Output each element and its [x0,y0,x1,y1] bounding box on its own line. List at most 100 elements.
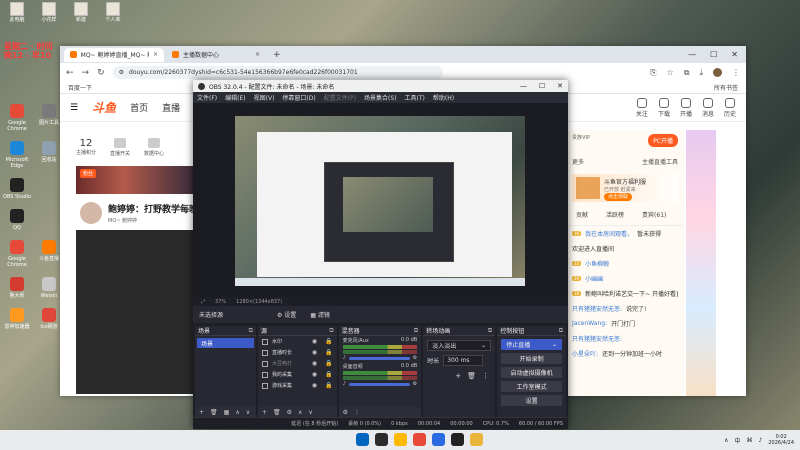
volume-icon[interactable]: ♪ [343,355,346,361]
back-icon[interactable]: ← [66,68,74,78]
eye-icon[interactable]: ◉ [312,371,317,378]
dock-options-icon[interactable]: ⧉ [559,327,563,335]
eye-icon[interactable]: ◉ [312,382,317,389]
up-icon[interactable]: ∧ [235,409,239,416]
obs-menu-item[interactable]: 工具(T) [405,93,425,102]
stat-points[interactable]: 12 主播积分 [76,138,96,157]
header-action-历史[interactable]: 历史 [724,97,736,118]
transition-select[interactable]: 淡入淡出 ⌄ [427,340,492,351]
obs-preview[interactable] [193,103,568,300]
chat-username[interactable]: 只有猪猪安然无恙: [572,334,622,343]
gear-icon[interactable]: ⚙ [343,409,348,416]
source-item[interactable]: 游戏采集 ◉ 🔒 [258,380,337,391]
scene-item[interactable]: 场景 [197,338,254,348]
vip-label[interactable]: 贵族VIP [572,134,590,147]
lock-icon[interactable]: 🔒 [325,349,332,356]
obs-menu-item[interactable]: 文件(F) [197,93,217,102]
douyu-logo[interactable]: 斗鱼 [92,99,116,116]
chat-username[interactable]: JacenWang: [572,320,607,327]
chat-username[interactable]: 小星朵吖: [572,349,598,358]
desktop-shortcut[interactable]: Microsoft Edge [2,141,32,169]
desktop-shortcut[interactable]: 此电脑 [4,2,30,24]
taskbar-app-icon[interactable] [413,433,426,446]
extensions-icon[interactable]: ⧉ [684,68,690,78]
volume-slider[interactable] [348,356,410,360]
anchor-tools-link[interactable]: 主播直播工具 [642,157,678,166]
streamer-avatar[interactable] [80,202,102,224]
obs-menu-item[interactable]: 场景集合(S) [364,93,397,102]
chat-username[interactable]: 小鱼柳鲸 [585,259,609,268]
taskbar-app-icon[interactable] [356,433,369,446]
header-action-开播[interactable]: 开播 [680,97,692,118]
taskbar-app-icon[interactable] [394,433,407,446]
obs-menu-item[interactable]: 帮助(H) [433,93,454,102]
add-icon[interactable]: + [262,409,267,416]
rank-tab[interactable]: 贡献 [576,210,588,219]
start-recording-button[interactable]: 开始录制 [501,353,562,364]
tab-data-center[interactable]: 主播数据中心 × [166,48,266,62]
menu-icon[interactable]: ⋮ [732,68,740,77]
add-icon[interactable]: + [455,372,461,380]
bookmark-baidu[interactable]: 百度一下 [68,83,92,92]
add-icon[interactable]: + [199,409,204,416]
lock-icon[interactable]: 🔒 [325,360,332,367]
remove-icon[interactable]: 🗑 [210,409,218,416]
source-item[interactable]: 直播时长 ◉ 🔒 [258,347,337,358]
forward-icon[interactable]: → [82,68,90,78]
pc-broadcast-button[interactable]: PC开播 [648,134,678,147]
minimize-icon[interactable]: — [520,82,527,90]
obs-menu-item[interactable]: 视图(V) [254,93,275,102]
banner-tag[interactable]: 粉丝 [80,169,97,178]
header-action-关注[interactable]: 关注 [636,97,648,118]
rank-tab[interactable]: 贵宾(61) [642,210,666,219]
profile-avatar[interactable] [713,68,722,77]
maximize-icon[interactable]: ☐ [539,82,545,90]
virtual-camera-button[interactable]: 启动虚拟摄像机 [501,367,562,378]
clock[interactable]: 0:02 2026/4/24 [768,434,794,446]
eye-icon[interactable]: ◉ [312,338,317,345]
maximize-icon[interactable]: ☐ [710,50,717,59]
volume-slider[interactable] [348,382,410,386]
eye-icon[interactable]: ◉ [312,349,317,356]
dock-options-icon[interactable]: ⧉ [329,327,333,335]
taskbar-app-icon[interactable] [432,433,445,446]
source-item[interactable]: 大豆鸭打 ◉ 🔒 [258,358,337,369]
stat-live-switch[interactable]: 直播开关 [110,138,130,157]
network-icon[interactable]: ⌘ [747,437,753,444]
taskbar-app-icon[interactable] [375,433,388,446]
duration-input[interactable]: 300 ms [443,355,484,366]
settings-button[interactable]: 设置 [501,395,562,406]
gear-icon[interactable]: ⚙ [413,355,417,361]
close-tab-icon[interactable]: × [255,51,260,58]
taskbar-app-icon[interactable] [470,433,483,446]
translate-icon[interactable]: ⎘ [650,68,656,78]
chat-username[interactable]: 小幽幽 [585,274,603,283]
nav-home[interactable]: 首页 [130,101,148,114]
download-icon[interactable]: ⤓ [699,68,703,78]
stat-data-center[interactable]: 数据中心 [144,138,164,157]
nav-live[interactable]: 直播 [162,101,180,114]
obs-menu-item[interactable]: 配置文件(P) [324,93,356,102]
desktop-shortcut[interactable]: OBS Studio [2,178,32,200]
menu-dots-icon[interactable]: ⋮ [354,409,360,416]
desktop-shortcut[interactable]: Google Chrome [2,104,32,132]
dock-options-icon[interactable]: ⧉ [249,327,253,335]
input-method[interactable]: 中 [735,436,741,445]
close-tab-icon[interactable]: × [153,51,158,58]
obs-menu-item[interactable]: 停靠窗口(D) [282,93,315,102]
minimize-icon[interactable]: — [688,50,696,59]
desktop-shortcut[interactable]: 雷神加速器 [2,308,32,330]
source-filters-button[interactable]: ▦ 滤镜 [310,310,330,319]
studio-mode-button[interactable]: 工作室模式 [501,381,562,392]
video-player-area[interactable] [76,230,194,394]
desktop-shortcut[interactable]: Google Chrome [2,240,32,268]
desktop-shortcut[interactable]: 鲁大师 [2,277,32,299]
desktop-shortcut[interactable]: 小花样 [36,2,62,24]
lock-icon[interactable]: 🔒 [325,371,332,378]
hamburger-icon[interactable]: ☰ [70,103,78,113]
chevron-down-icon[interactable]: ⌄ [552,341,557,348]
all-bookmarks[interactable]: 所有书签 [714,83,738,92]
taskbar-app-icon[interactable] [451,433,464,446]
dock-options-icon[interactable]: ⧉ [488,327,492,335]
header-action-下载[interactable]: 下载 [658,97,670,118]
